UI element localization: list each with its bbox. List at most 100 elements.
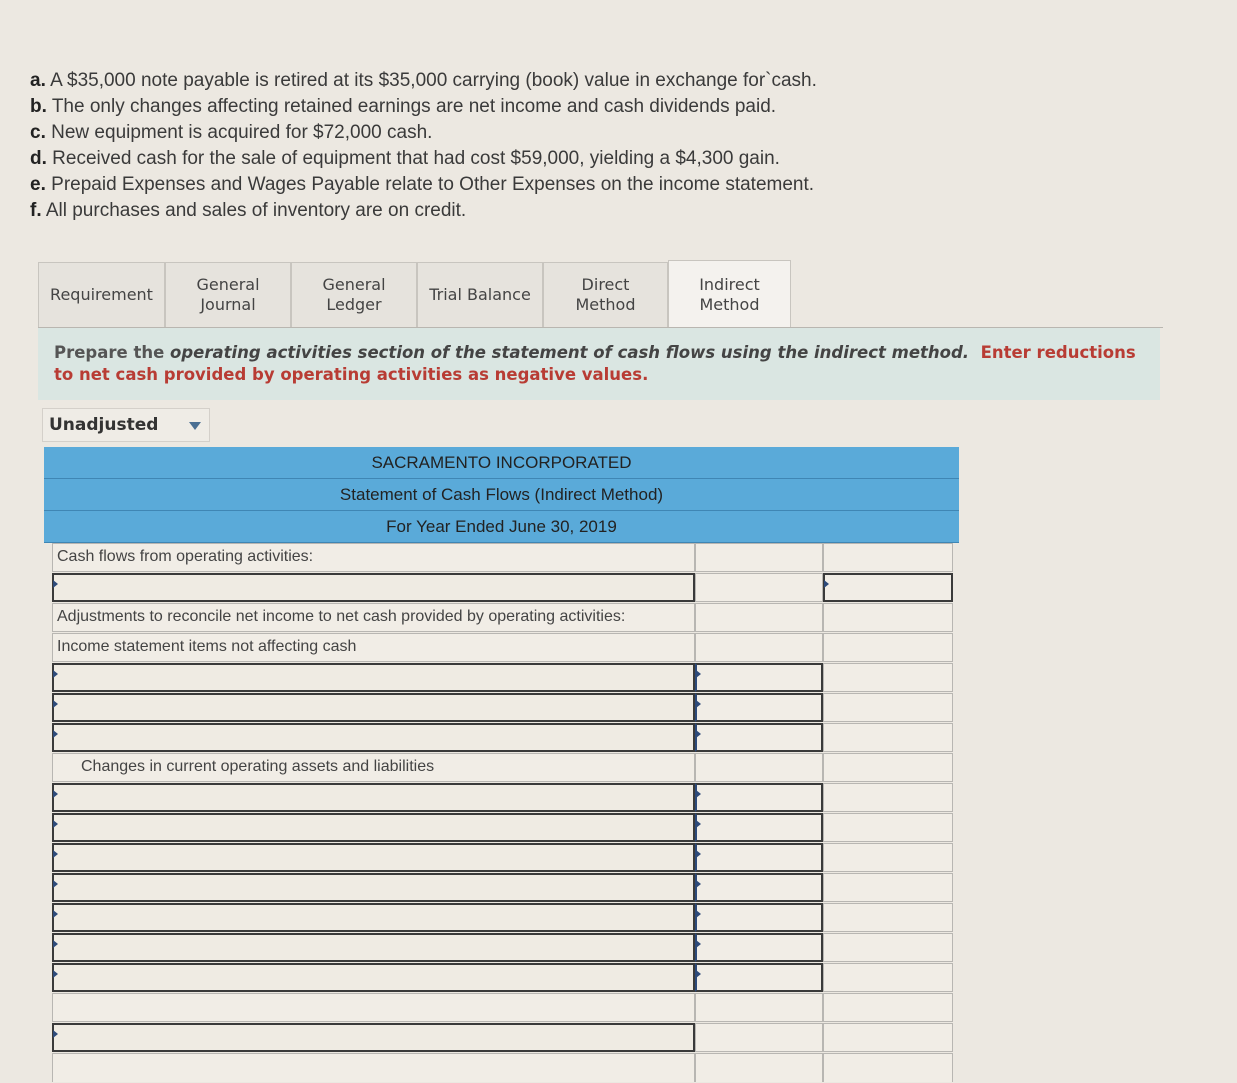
amount-input[interactable] [695,663,823,692]
requirement-a: a. A $35,000 note payable is retired at … [30,70,817,91]
amount-input[interactable] [695,933,823,962]
cash-flow-statement: SACRAMENTO INCORPORATED Statement of Cas… [44,447,959,1083]
total-cell [823,933,953,962]
net-cash-row [44,1023,959,1053]
total-cell [823,993,953,1022]
total-cell [823,693,953,722]
total-cell [823,813,953,842]
total-cell [823,1023,953,1052]
dropdown-marker-icon [696,820,701,828]
total-cell [823,843,953,872]
amount-cell [695,993,823,1022]
account-input[interactable] [52,723,695,752]
amount-input[interactable] [695,723,823,752]
statement-title: Statement of Cash Flows (Indirect Method… [44,479,959,511]
dropdown-marker-icon [696,700,701,708]
dropdown-value: Unadjusted [49,415,159,435]
dropdown-marker-icon [53,1030,58,1038]
blank-row [44,1053,959,1083]
changes-input-row [44,783,959,813]
amount-cell [695,753,823,782]
amount-cell [695,1023,823,1052]
statement-period: For Year Ended June 30, 2019 [44,511,959,543]
dropdown-marker-icon [53,670,58,678]
requirement-e: e. Prepaid Expenses and Wages Payable re… [30,174,815,195]
changes-header-row: Changes in current operating assets and … [44,753,959,783]
dropdown-marker-icon [696,670,701,678]
tab-indirect-method[interactable]: Indirect Method [668,260,791,328]
changes-input-row [44,903,959,933]
dropdown-marker-icon [53,850,58,858]
noncash-input-row [44,663,959,693]
dropdown-marker-icon [696,850,701,858]
account-input[interactable] [52,693,695,722]
dropdown-marker-icon [696,730,701,738]
noncash-label: Income statement items not affecting cas… [57,638,357,655]
requirement-f: f. All purchases and sales of inventory … [30,200,467,221]
total-cell [823,543,953,572]
account-input[interactable] [52,903,695,932]
changes-input-row [44,843,959,873]
total-cell [823,603,953,632]
tab-requirement[interactable]: Requirement [38,262,165,328]
noncash-input-row [44,693,959,723]
amount-input[interactable] [695,963,823,992]
requirement-c: c. New equipment is acquired for $72,000… [30,122,433,143]
dropdown-marker-icon [53,730,58,738]
amount-input[interactable] [695,843,823,872]
tab-general-journal[interactable]: General Journal [165,262,291,328]
amount-input[interactable] [695,903,823,932]
amount-cell [695,633,823,662]
amount-input[interactable] [695,813,823,842]
adjustments-row: Adjustments to reconcile net income to n… [44,603,959,633]
requirement-d: d. Received cash for the sale of equipme… [30,148,780,169]
tab-trial-balance[interactable]: Trial Balance [417,262,543,328]
instructions-panel: Prepare the operating activities section… [38,328,1160,400]
dropdown-marker-icon [696,970,701,978]
amount-cell [695,1053,823,1082]
total-cell [823,663,953,692]
tab-bar: Requirement General Journal General Ledg… [38,260,791,328]
account-input[interactable] [52,783,695,812]
noncash-header-row: Income statement items not affecting cas… [44,633,959,663]
total-cell [823,963,953,992]
dropdown-marker-icon [53,880,58,888]
account-input[interactable] [52,1023,695,1052]
tab-general-ledger[interactable]: General Ledger [291,262,417,328]
company-name: SACRAMENTO INCORPORATED [44,447,959,479]
dropdown-marker-icon [53,790,58,798]
blank-row [44,993,959,1023]
dropdown-marker-icon [53,700,58,708]
adjustment-dropdown[interactable]: Unadjusted [42,408,210,442]
total-cell [823,723,953,752]
total-cell [823,633,953,662]
total-input[interactable] [823,573,953,602]
amount-cell [695,543,823,572]
account-input[interactable] [52,573,695,602]
dropdown-marker-icon [53,910,58,918]
net-income-row [44,573,959,603]
amount-input[interactable] [695,873,823,902]
account-input[interactable] [52,663,695,692]
amount-input[interactable] [695,783,823,812]
changes-label: Changes in current operating assets and … [81,758,435,775]
total-cell [823,783,953,812]
dropdown-marker-icon [696,790,701,798]
amount-input[interactable] [695,693,823,722]
account-input[interactable] [52,813,695,842]
account-input[interactable] [52,933,695,962]
account-input[interactable] [52,843,695,872]
requirement-b: b. The only changes affecting retained e… [30,96,777,117]
account-input[interactable] [52,873,695,902]
amount-cell [695,603,823,632]
dropdown-marker-icon [696,910,701,918]
noncash-input-row [44,723,959,753]
chevron-down-icon [189,422,201,430]
dropdown-marker-icon [696,940,701,948]
changes-input-row [44,873,959,903]
total-cell [823,903,953,932]
label-cell [52,993,695,1022]
changes-input-row [44,933,959,963]
account-input[interactable] [52,963,695,992]
tab-direct-method[interactable]: Direct Method [543,262,668,328]
